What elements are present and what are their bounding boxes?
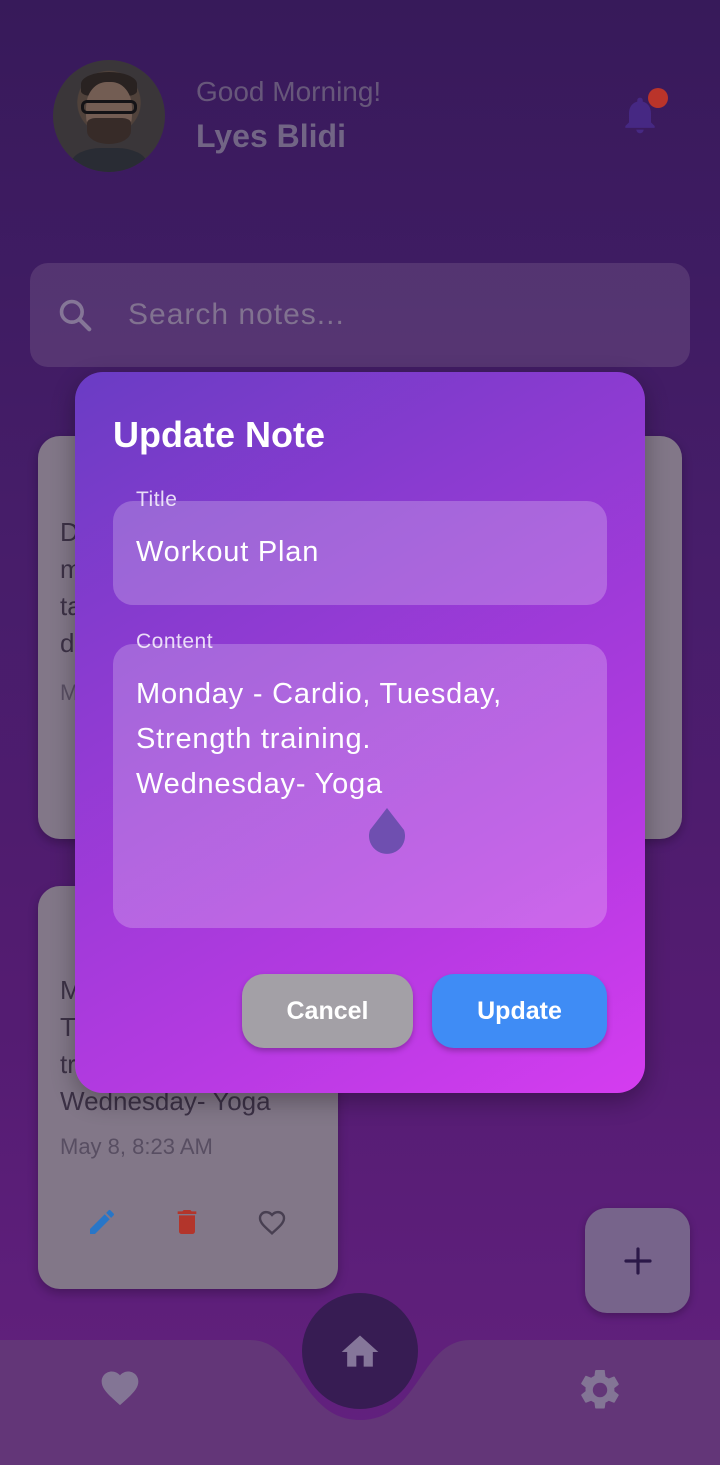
dialog-title: Update Note <box>113 414 326 455</box>
text-cursor-handle-icon[interactable] <box>366 806 408 858</box>
content-textarea[interactable]: Monday - Cardio, Tuesday, Strength train… <box>136 672 576 807</box>
update-button[interactable]: Update <box>432 974 607 1048</box>
title-field-label: Title <box>136 488 178 511</box>
title-input[interactable]: Workout Plan <box>136 536 319 569</box>
cancel-button[interactable]: Cancel <box>242 974 413 1048</box>
content-field-label: Content <box>136 630 214 653</box>
